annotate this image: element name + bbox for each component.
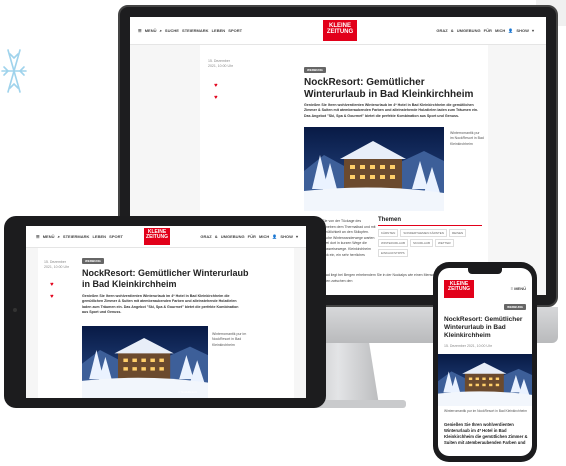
site-logo[interactable]: KLEINE ZEITUNG bbox=[144, 228, 170, 245]
device-mockup-stage: ☰ MENÜ ⌕ SUCHE STEIERMARK LEBEN SPORT KL… bbox=[0, 0, 566, 466]
sponsored-tag: WERBUNG bbox=[304, 67, 326, 73]
article-lead: Genießen Sie Ihren wohlverdienten Winter… bbox=[304, 103, 479, 118]
hotel-photo[interactable] bbox=[82, 326, 208, 398]
article-page: 15. Dezember 2021, 10:00 Uhr ♥ ♥ WERBUNG… bbox=[38, 248, 294, 398]
heart-icon[interactable]: ♥ bbox=[50, 282, 54, 288]
topic-chip[interactable]: EINKAUFSTIPPS bbox=[378, 249, 408, 257]
photo-credit: © NockResort bbox=[178, 390, 197, 394]
heart-icon[interactable]: ♥ bbox=[50, 294, 54, 300]
article-date: 15. Dezember 2021, 10:00 Uhr bbox=[44, 260, 70, 269]
photo-caption: Winterromantik pur im NockResort in Bad … bbox=[212, 332, 247, 347]
hotel-photo[interactable] bbox=[304, 127, 444, 211]
heart-icon[interactable]: ♥ bbox=[214, 95, 218, 101]
camera-icon bbox=[13, 308, 17, 312]
phone-notch bbox=[468, 268, 502, 274]
article-title: NockResort: Gemütlicher Winterurlaub in … bbox=[304, 77, 474, 100]
site-logo[interactable]: KLEINE ZEITUNG bbox=[444, 280, 474, 298]
article-date: 15. Dezember 2021, 10:00 Uhr bbox=[208, 59, 234, 68]
topic-chip[interactable]: WETTER bbox=[435, 239, 454, 247]
photo-caption: Winterromantik pur im NockResort in Bad … bbox=[450, 131, 484, 146]
tablet-screen: ☰ MENÜ ⌕ STEIERMARK LEBEN SPORT KLEINE ZE… bbox=[26, 226, 306, 398]
sponsored-tag: WERBUNG bbox=[504, 304, 526, 310]
article-lead: Genießen Sie Ihren wohlverdienten Winter… bbox=[444, 422, 528, 446]
sponsored-tag: WERBUNG bbox=[82, 258, 104, 264]
hotel-photo[interactable] bbox=[438, 354, 532, 406]
secondary-nav[interactable]: GRAZ & UMGEBUNG FÜR MICH 👤 SHOW ▾ bbox=[436, 28, 534, 33]
site-header: ☰ MENÜ ⌕ SUCHE STEIERMARK LEBEN SPORT KL… bbox=[130, 17, 546, 45]
main-nav[interactable]: ☰ MENÜ ⌕ STEIERMARK LEBEN SPORT bbox=[36, 234, 123, 239]
tablet-device: ☰ MENÜ ⌕ STEIERMARK LEBEN SPORT KLEINE ZE… bbox=[4, 216, 326, 408]
topic-chip[interactable]: REISEN bbox=[448, 229, 467, 237]
article-title: NockResort: Gemütlicher Winterurlaub in … bbox=[82, 268, 249, 289]
site-logo[interactable]: KLEINE ZEITUNG bbox=[323, 20, 357, 41]
topic-chip[interactable]: SONDERTHEMEN KÄRNTEN bbox=[400, 229, 447, 237]
phone-screen: KLEINE ZEITUNG ≡ MENÜ WERBUNG NockResort:… bbox=[438, 268, 532, 456]
secondary-nav[interactable]: GRAZ & UMGEBUNG FÜR MICH 👤 SHOW ▾ bbox=[200, 234, 298, 239]
smartphone-device: KLEINE ZEITUNG ≡ MENÜ WERBUNG NockResort:… bbox=[433, 262, 537, 462]
article-date: 15. Dezember 2021, 10:00 Uhr bbox=[444, 344, 493, 348]
topic-chip[interactable]: KÄRNTEN bbox=[378, 229, 399, 237]
heart-icon[interactable]: ♥ bbox=[214, 83, 218, 89]
snowflake-icon bbox=[1, 49, 27, 93]
photo-caption: Winterromantik pur im NockResort in Bad … bbox=[444, 409, 527, 413]
topics-heading: Themen bbox=[378, 217, 482, 226]
main-nav[interactable]: ☰ MENÜ ⌕ SUCHE STEIERMARK LEBEN SPORT bbox=[138, 28, 242, 33]
menu-button[interactable]: ≡ MENÜ bbox=[511, 286, 526, 291]
topic-chip[interactable]: WINTERURLAUB bbox=[378, 239, 409, 247]
site-header: ☰ MENÜ ⌕ STEIERMARK LEBEN SPORT KLEINE ZE… bbox=[26, 226, 306, 248]
article-lead: Genießen Sie Ihren wohlverdienten Winter… bbox=[82, 294, 239, 315]
topic-chip[interactable]: SKIURLAUB bbox=[410, 239, 434, 247]
topics-panel: Themen KÄRNTEN SONDERTHEMEN KÄRNTEN REIS… bbox=[378, 217, 482, 257]
article-title: NockResort: Gemütlicher Winterurlaub in … bbox=[444, 316, 523, 339]
